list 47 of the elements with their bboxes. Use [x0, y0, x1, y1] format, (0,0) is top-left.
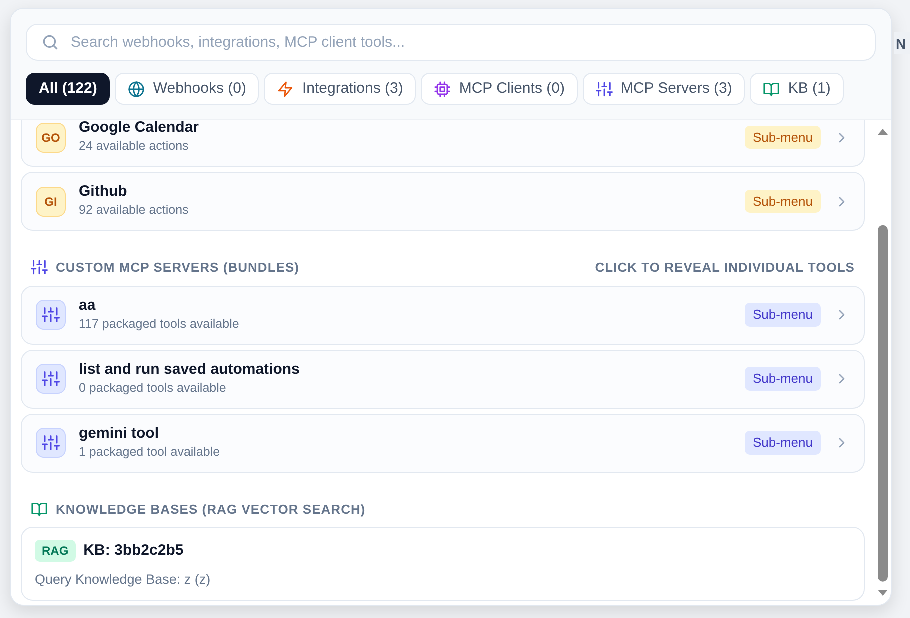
tag-label: RAG [35, 540, 76, 562]
submenu-label: Sub-menu [745, 190, 821, 214]
search-icon [41, 33, 60, 52]
sliders-icon [42, 370, 60, 388]
list-item[interactable]: list and run saved automations 0 packaged tools available Sub-menu [21, 350, 865, 408]
lightning-icon [277, 80, 294, 98]
item-description: 117 packaged tools available [79, 316, 240, 333]
sliders-icon [596, 80, 613, 98]
book-icon [31, 500, 48, 518]
list-item[interactable]: aa 117 packaged tools available Sub-menu [21, 286, 865, 344]
filter-tab[interactable]: Integrations (3) [264, 73, 416, 105]
chip-icon [434, 80, 452, 98]
filter-tab[interactable]: MCP Servers (3) [582, 73, 746, 105]
submenu-label: Sub-menu [745, 431, 821, 455]
item-description: Query Knowledge Base: z (z) [35, 571, 212, 589]
list-item[interactable]: GO Google Calendar 24 available actions Sub-menu [21, 120, 865, 167]
filter-tab[interactable]: All (122) [26, 73, 110, 105]
sliders-icon [31, 259, 48, 276]
knowledge-base-item[interactable]: RAG KB: 3bb2c2b5 Query Knowledge Base: z (z) [21, 527, 865, 602]
globe-icon [128, 80, 146, 98]
item-description: 0 packaged tools available [79, 380, 228, 397]
submenu-label: Sub-menu [745, 303, 821, 327]
section-title: KNOWLEDGE BASES (RAG VECTOR SEARCH) [56, 500, 366, 519]
search-field[interactable]: Search webhooks, integrations, MCP client tools... [26, 24, 876, 61]
item-title: list and run saved automations [79, 360, 300, 379]
item-description: 24 available actions [79, 138, 190, 156]
item-title: gemini tool [79, 424, 160, 443]
item-title: Google Calendar [79, 120, 200, 138]
item-description: 1 packaged tool available [79, 444, 220, 461]
item-title: KB: 3bb2c2b5 [84, 542, 184, 560]
filter-tab[interactable]: KB (1) [750, 73, 844, 105]
filter-tab[interactable]: Webhooks (0) [115, 73, 260, 105]
item-title: aa [79, 296, 97, 315]
section-hint: CLICK TO REVEAL INDIVIDUAL TOOLS [595, 259, 855, 277]
filter-tab[interactable]: MCP Clients (0) [421, 73, 578, 105]
section-title: CUSTOM MCP SERVERS (BUNDLES) [56, 259, 300, 277]
item-description: 92 available actions [79, 202, 189, 220]
item-title: Github [79, 183, 128, 202]
initials-avatar: GI [36, 186, 66, 216]
list-item[interactable]: gemini tool 1 packaged tool available Sub-menu [21, 414, 865, 472]
initials-avatar: GO [36, 122, 66, 152]
submenu-label: Sub-menu [745, 367, 821, 391]
sliders-icon [42, 306, 60, 324]
list-item[interactable]: GI Github 92 available actions Sub-menu [21, 172, 865, 231]
submenu-label: Sub-menu [745, 126, 821, 150]
sliders-icon [42, 434, 60, 452]
book-icon [763, 80, 780, 98]
